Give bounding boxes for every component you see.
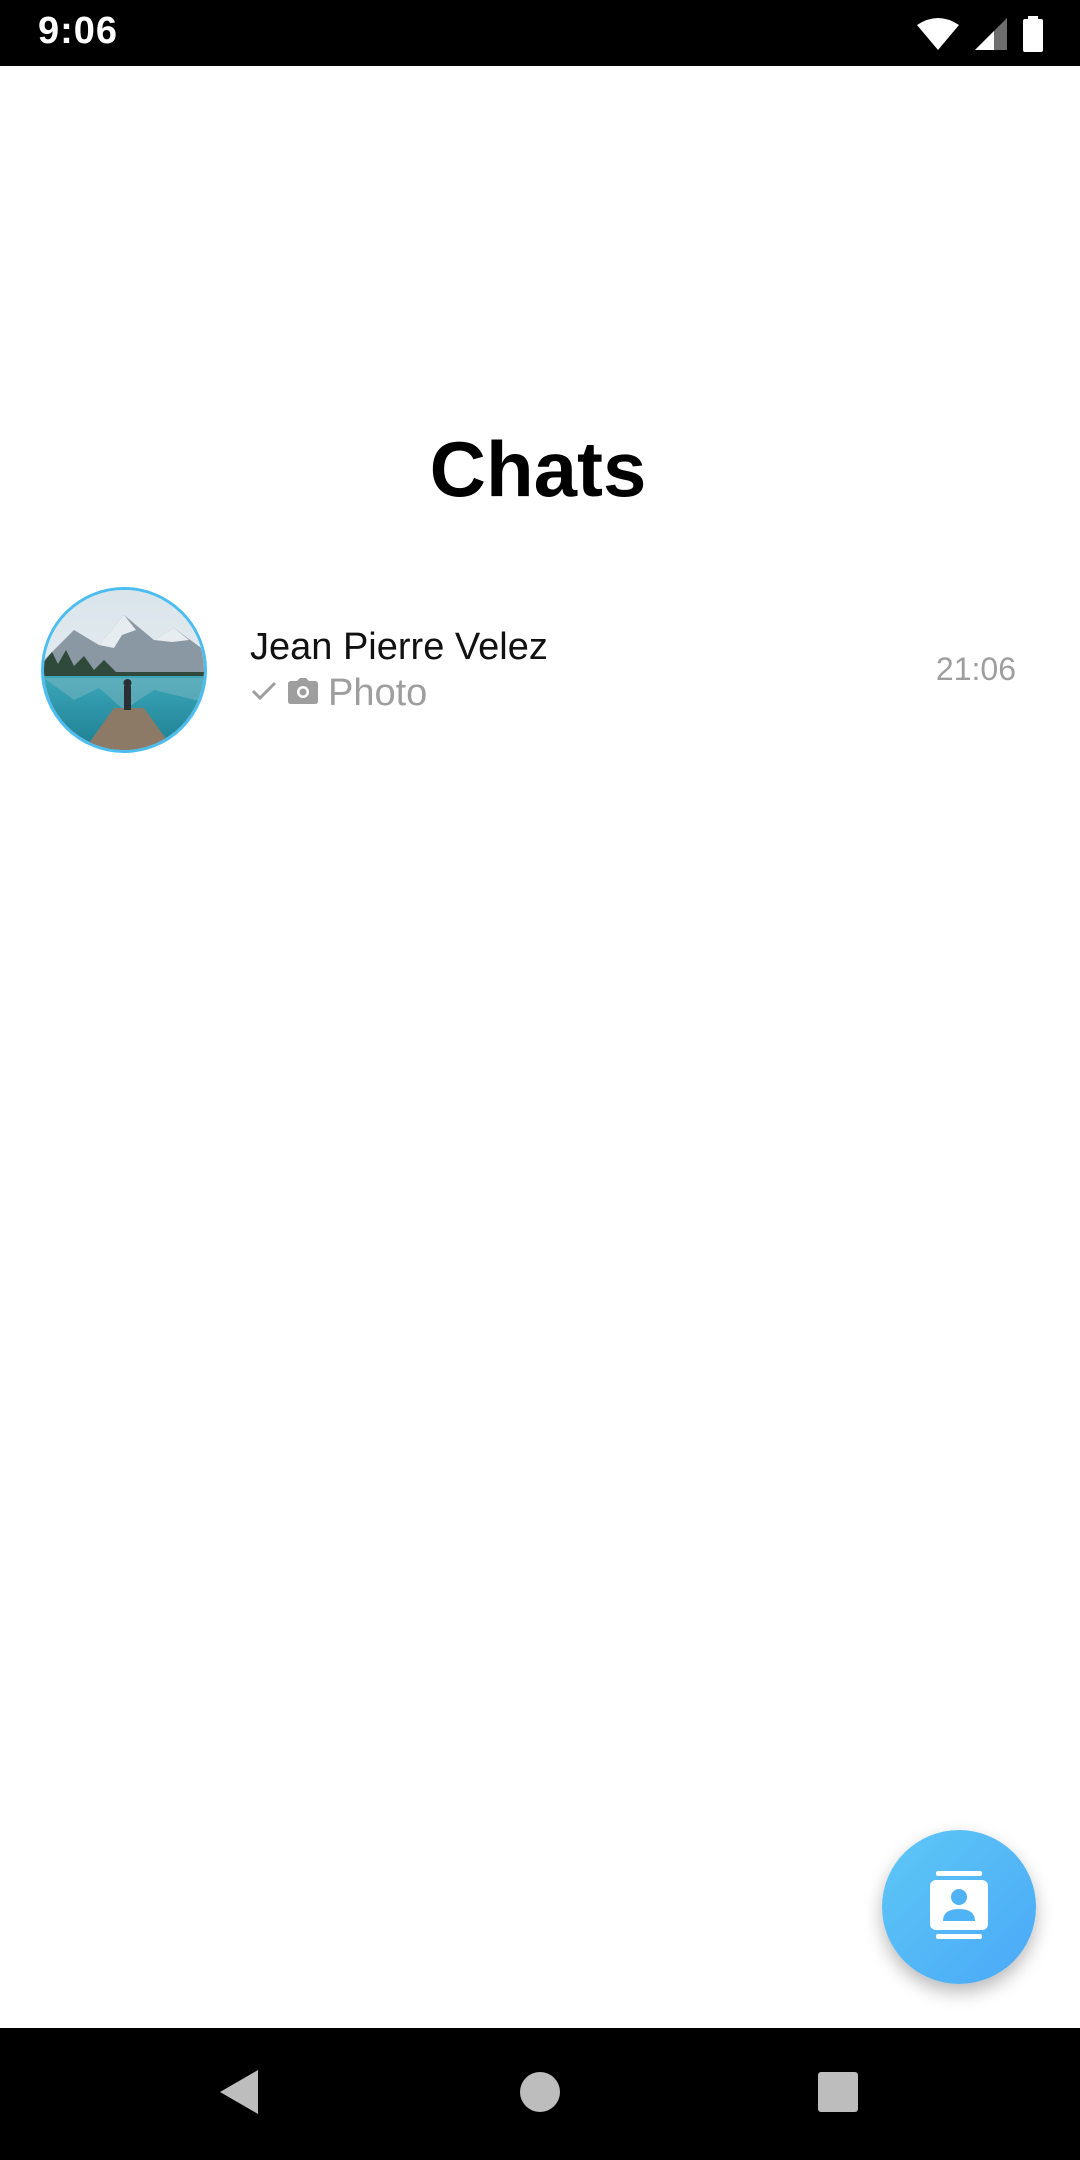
camera-icon bbox=[288, 677, 318, 709]
status-bar: 9:06 bbox=[0, 0, 1080, 66]
single-check-icon bbox=[250, 679, 278, 708]
chats-screen: 9:06 Chats Jean Pierre Velez Photo 21:06 bbox=[0, 0, 1080, 2160]
avatar[interactable] bbox=[41, 587, 207, 753]
back-icon bbox=[218, 2068, 262, 2121]
contacts-icon bbox=[930, 1870, 988, 1944]
contacts-fab-button[interactable] bbox=[882, 1830, 1036, 1984]
status-icons bbox=[916, 14, 1044, 54]
chat-contact-name: Jean Pierre Velez bbox=[250, 626, 548, 668]
home-button[interactable] bbox=[510, 2064, 570, 2124]
battery-icon bbox=[1022, 16, 1044, 52]
navigation-bar bbox=[0, 2028, 1080, 2160]
home-icon bbox=[519, 2071, 561, 2118]
wifi-icon bbox=[916, 17, 960, 51]
cellular-signal-icon bbox=[974, 17, 1008, 51]
preview-text: Photo bbox=[328, 671, 428, 714]
page-title: Chats bbox=[429, 425, 647, 513]
recents-button[interactable] bbox=[808, 2064, 868, 2124]
back-button[interactable] bbox=[210, 2064, 270, 2124]
chat-list: Jean Pierre Velez Photo 21:06 bbox=[0, 586, 1080, 758]
recents-icon bbox=[817, 2071, 859, 2118]
chat-timestamp: 21:06 bbox=[935, 651, 1016, 687]
chat-last-message: Photo bbox=[250, 670, 427, 716]
chat-list-item[interactable]: Jean Pierre Velez Photo 21:06 bbox=[0, 586, 1080, 758]
avatar-landscape-image bbox=[44, 590, 204, 750]
status-time: 9:06 bbox=[38, 10, 119, 52]
